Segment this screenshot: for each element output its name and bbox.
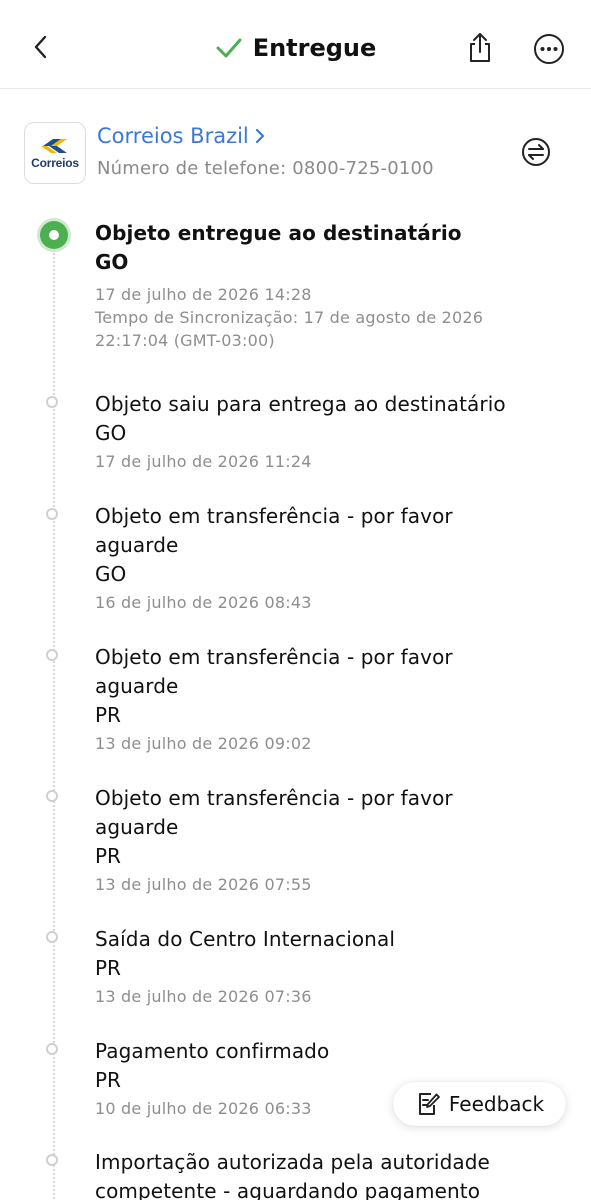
event-location: PR (95, 844, 121, 868)
event-location: GO (95, 562, 127, 586)
event-title: Objeto em transferência - por favor agua… (95, 645, 453, 698)
feedback-button[interactable]: Feedback (393, 1082, 566, 1126)
chevron-right-icon (255, 128, 264, 144)
tracking-detail-screen: Entregue Correios Correios Brazil Número… (0, 0, 591, 1200)
timeline-dot (46, 396, 58, 408)
event-sync-time: Tempo de Sincronização: 17 de agosto de … (95, 308, 484, 327)
event-date: 13 de julho de 2026 07:55 (95, 875, 312, 894)
timeline-dot (46, 649, 58, 661)
event-date: 13 de julho de 2026 09:02 (95, 734, 312, 753)
header-divider (0, 88, 591, 89)
event-title: Objeto em transferência - por favor agua… (95, 786, 453, 839)
timeline-dot (46, 508, 58, 520)
edit-note-icon (418, 1093, 440, 1115)
timeline-connector (53, 250, 55, 1200)
event-sync-time-zone: 22:17:04 (GMT-03:00) (95, 331, 275, 350)
correios-logo-icon (41, 138, 67, 153)
event-location: PR (95, 703, 121, 727)
event-title: Objeto entregue ao destinatário (95, 221, 462, 245)
timeline-dot (46, 1154, 58, 1166)
more-options-button[interactable] (532, 32, 566, 66)
carrier-section: Correios Correios Brazil Número de telef… (24, 120, 567, 186)
switch-carrier-button[interactable] (520, 136, 552, 168)
swap-icon (522, 138, 550, 166)
event-date: 17 de julho de 2026 11:24 (95, 452, 312, 471)
checkmark-icon (216, 38, 242, 58)
carrier-link[interactable]: Correios Brazil (97, 124, 265, 148)
timeline-dot (46, 790, 58, 802)
more-icon (534, 34, 564, 64)
carrier-logo: Correios (24, 122, 86, 184)
event-date: 13 de julho de 2026 07:36 (95, 987, 312, 1006)
status-title-group: Entregue (0, 30, 591, 66)
page-title: Entregue (252, 34, 377, 62)
share-icon (470, 33, 490, 62)
event-title: Importação autorizada pela autoridade co… (95, 1150, 490, 1200)
event-title: Objeto saiu para entrega ao destinatário (95, 392, 506, 416)
carrier-name: Correios Brazil (97, 124, 249, 148)
event-location: GO (95, 421, 127, 445)
event-location: GO (95, 250, 129, 274)
event-date: 16 de julho de 2026 08:43 (95, 593, 312, 612)
timeline-dot (46, 931, 58, 943)
feedback-label: Feedback (448, 1092, 545, 1116)
share-button[interactable] (462, 30, 498, 66)
current-status-dot (40, 221, 68, 249)
event-location: PR (95, 956, 121, 980)
event-title: Saída do Centro Internacional (95, 927, 395, 951)
event-date: 17 de julho de 2026 14:28 (95, 285, 312, 304)
event-title: Objeto em transferência - por favor agua… (95, 504, 453, 557)
carrier-logo-text: Correios (31, 155, 79, 170)
timeline-dot (46, 1043, 58, 1055)
top-bar: Entregue (0, 0, 591, 96)
event-title: Pagamento confirmado (95, 1039, 330, 1063)
carrier-phone[interactable]: Número de telefone: 0800-725-0100 (97, 158, 434, 179)
